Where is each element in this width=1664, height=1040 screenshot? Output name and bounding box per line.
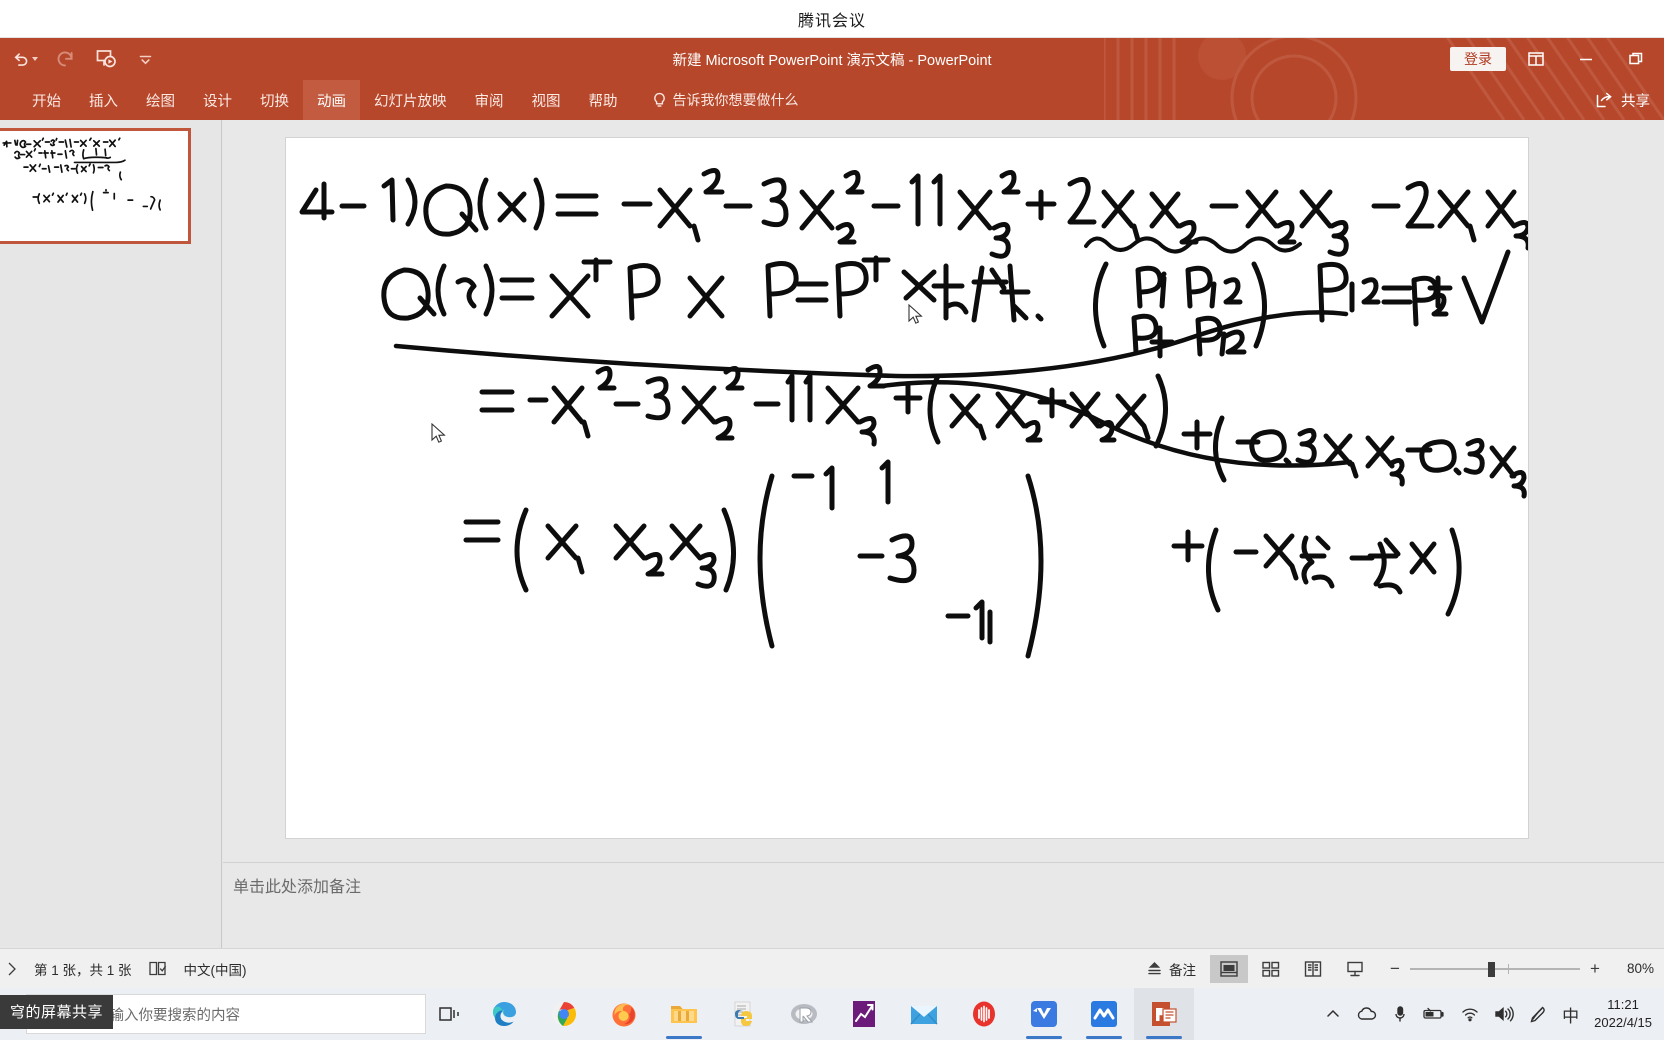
zoom-slider-track (1410, 967, 1580, 970)
task-view-button[interactable] (426, 988, 474, 1040)
microphone-icon[interactable] (1393, 1005, 1407, 1023)
quick-access-toolbar (0, 46, 158, 72)
wifi-icon[interactable] (1461, 1006, 1479, 1022)
zoom-slider[interactable] (1410, 961, 1580, 977)
redo-icon[interactable] (52, 46, 78, 72)
taskbar-app-wps[interactable] (1074, 988, 1134, 1040)
share-icon (1595, 91, 1614, 109)
ribbon-tab-insert[interactable]: 插入 (75, 80, 132, 120)
undo-dropdown-caret[interactable] (32, 57, 38, 61)
ribbon-tab-draw[interactable]: 绘图 (132, 80, 189, 120)
meeting-title: 腾讯会议 (797, 12, 866, 30)
accessibility-check-icon[interactable] (148, 960, 168, 977)
minimize-icon[interactable] (1566, 44, 1606, 74)
slide-counter[interactable]: 第 1 张，共 1 张 (34, 959, 132, 979)
taskbar-app-file-explorer[interactable] (654, 988, 714, 1040)
ribbon-tab-design[interactable]: 设计 (189, 80, 246, 120)
slide-editing-pane[interactable]: 单击此处添加备注 (223, 120, 1664, 948)
taskbar-app-python[interactable] (714, 988, 774, 1040)
ribbon-tab-slideshow[interactable]: 幻灯片放映 (360, 80, 461, 120)
ribbon-tab-start[interactable]: 开始 (18, 80, 75, 120)
zoom-in-button[interactable]: + (1588, 959, 1602, 979)
ribbon-tab-animations[interactable]: 动画 (303, 80, 360, 120)
status-bar: 第 1 张，共 1 张 中文(中国) 备注 − + 80% (0, 948, 1664, 988)
ribbon-tab-help[interactable]: 帮助 (575, 80, 632, 120)
thumbnail-marker-icon (6, 961, 18, 977)
ribbon-tab-view[interactable]: 视图 (518, 80, 575, 120)
status-bar-left: 第 1 张，共 1 张 中文(中国) (0, 959, 247, 979)
lightbulb-icon (652, 92, 667, 109)
zoom-percentage[interactable]: 80% (1610, 961, 1654, 976)
taskbar-app-audio[interactable] (954, 988, 1014, 1040)
share-label: 共享 (1621, 93, 1650, 110)
zoom-slider-thumb[interactable] (1488, 961, 1495, 977)
taskbar-app-rstudio[interactable] (774, 988, 834, 1040)
battery-icon[interactable] (1422, 1007, 1446, 1021)
volume-icon[interactable] (1494, 1006, 1515, 1022)
slide-thumbnail-1[interactable] (0, 128, 191, 244)
ime-icon[interactable]: 中 (1562, 1002, 1579, 1027)
taskbar-clock[interactable]: 11:21 2022/4/15 (1594, 996, 1652, 1031)
notes-toggle-label: 备注 (1169, 962, 1196, 978)
restore-icon[interactable] (1616, 44, 1656, 74)
customize-qat-icon[interactable] (132, 46, 158, 72)
view-slideshow-button[interactable] (1336, 955, 1374, 983)
share-button[interactable]: 共享 (1595, 80, 1650, 120)
zoom-out-button[interactable]: − (1388, 959, 1402, 979)
zoom-slider-midpoint (1508, 963, 1509, 974)
show-hidden-icons-icon[interactable] (1325, 1007, 1341, 1021)
window-controls: 登录 (1450, 38, 1656, 80)
clock-time: 11:21 (1607, 997, 1639, 1013)
notes-icon (1146, 961, 1163, 977)
zoom-control: − + 80% (1388, 959, 1654, 979)
taskbar-app-firefox[interactable] (594, 988, 654, 1040)
workspace: 单击此处添加备注 (0, 120, 1664, 948)
ribbon-display-options-icon[interactable] (1516, 44, 1556, 74)
ribbon-tab-strip: 开始 插入 绘图 设计 切换 动画 幻灯片放映 审阅 视图 帮助 告诉我你想要做… (0, 80, 1664, 120)
slide-thumbnail-pane[interactable] (0, 120, 222, 948)
sign-in-button[interactable]: 登录 (1450, 46, 1506, 72)
pen-icon[interactable] (1529, 1005, 1547, 1023)
notes-toggle-button[interactable]: 备注 (1136, 959, 1206, 979)
window-title: 新建 Microsoft PowerPoint 演示文稿 - PowerPoin… (672, 52, 992, 69)
ribbon-tab-review[interactable]: 审阅 (461, 80, 518, 120)
screen: 腾讯会议 新建 Microsoft PowerPoint 演示文稿 - Powe… (0, 0, 1664, 1040)
tell-me-search[interactable]: 告诉我你想要做什么 (640, 80, 811, 120)
undo-icon[interactable] (12, 46, 38, 72)
clock-date: 2022/4/15 (1594, 1015, 1652, 1030)
taskbar-app-stata[interactable] (834, 988, 894, 1040)
taskbar-app-list (474, 988, 1194, 1040)
handwritten-ink (299, 168, 1528, 659)
taskbar-app-chrome[interactable] (534, 988, 594, 1040)
meeting-titlebar: 腾讯会议 (0, 0, 1664, 38)
view-reading-button[interactable] (1294, 955, 1332, 983)
screen-share-toast: 穹的屏幕共享 (0, 995, 114, 1029)
language-indicator[interactable]: 中文(中国) (184, 959, 247, 979)
start-slideshow-icon[interactable] (92, 46, 118, 72)
status-bar-right: 备注 − + 80% (1136, 954, 1664, 983)
onedrive-icon[interactable] (1356, 1006, 1378, 1022)
tell-me-label: 告诉我你想要做什么 (672, 92, 799, 108)
taskbar-app-mail[interactable] (894, 988, 954, 1040)
taskbar-app-powerpoint[interactable] (1134, 988, 1194, 1040)
system-tray: 中 11:21 2022/4/15 (1325, 996, 1664, 1031)
windows-taskbar: 在这里输入你要搜索的内容 中 11:21 2022/4/15 (0, 988, 1664, 1040)
view-slide-sorter-button[interactable] (1252, 955, 1290, 983)
notes-pane[interactable]: 单击此处添加备注 (223, 863, 1664, 948)
view-normal-button[interactable] (1210, 954, 1248, 983)
slide-thumbnail-ink (2, 137, 161, 212)
taskbar-app-edge[interactable] (474, 988, 534, 1040)
taskbar-app-tencent-meeting[interactable] (1014, 988, 1074, 1040)
powerpoint-chrome: 新建 Microsoft PowerPoint 演示文稿 - PowerPoin… (0, 38, 1664, 120)
slide-canvas[interactable] (286, 138, 1528, 838)
notes-placeholder[interactable]: 单击此处添加备注 (233, 873, 361, 897)
ribbon-tab-transitions[interactable]: 切换 (246, 80, 303, 120)
window-titlebar: 新建 Microsoft PowerPoint 演示文稿 - PowerPoin… (0, 38, 1664, 80)
